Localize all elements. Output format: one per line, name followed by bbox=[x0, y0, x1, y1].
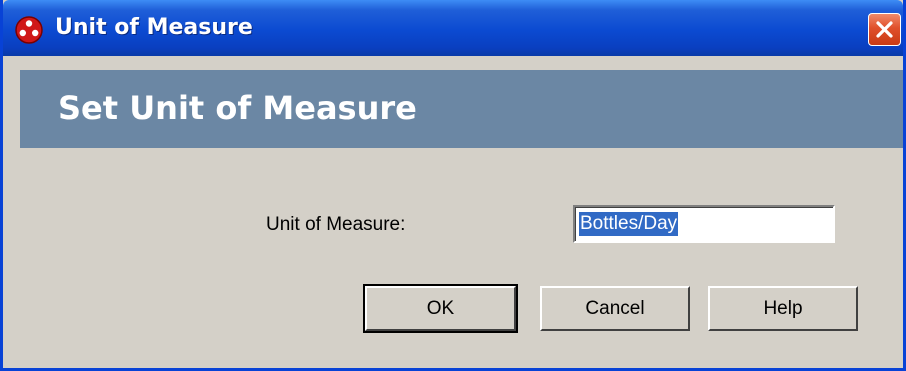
dialog-heading: Set Unit of Measure bbox=[58, 89, 417, 127]
close-button[interactable] bbox=[868, 13, 901, 46]
title-bar[interactable]: Unit of Measure bbox=[3, 0, 903, 56]
dialog-header: Set Unit of Measure bbox=[20, 70, 903, 148]
dialog-window: Unit of Measure Set Unit of Measure Unit… bbox=[0, 0, 906, 371]
unit-of-measure-value: Bottles/Day bbox=[579, 212, 679, 236]
close-icon bbox=[876, 21, 893, 38]
ok-button[interactable]: OK bbox=[363, 284, 518, 333]
window-title: Unit of Measure bbox=[55, 15, 253, 40]
app-icon bbox=[14, 15, 44, 45]
unit-of-measure-label: Unit of Measure: bbox=[266, 214, 406, 235]
unit-of-measure-input[interactable]: Bottles/Day bbox=[573, 205, 835, 243]
cancel-button[interactable]: Cancel bbox=[540, 286, 690, 331]
help-button[interactable]: Help bbox=[708, 286, 858, 331]
